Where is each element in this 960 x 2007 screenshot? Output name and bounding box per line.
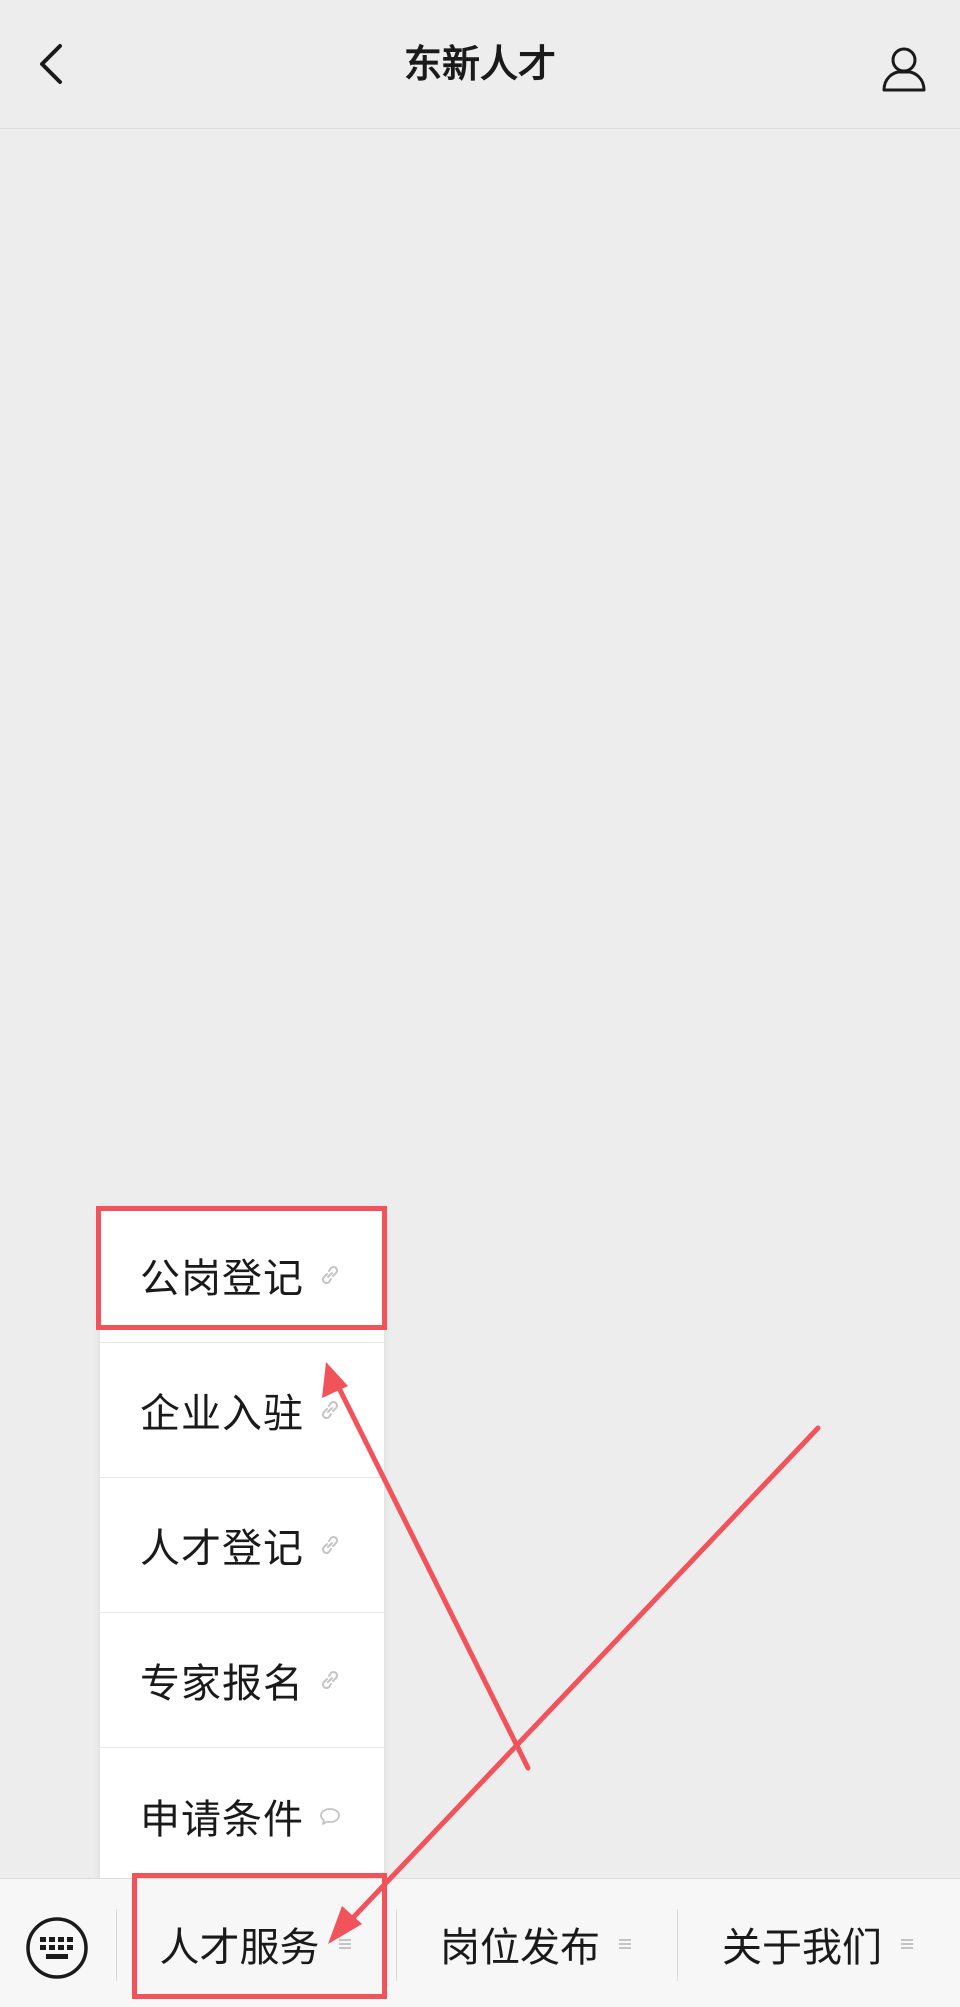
menu-button-job-posting[interactable]: 岗位发布 bbox=[397, 1879, 677, 2007]
submenu-item-expert-signup[interactable]: 专家报名 bbox=[100, 1613, 384, 1748]
user-icon bbox=[882, 47, 926, 92]
submenu-item-application-conditions[interactable]: 申请条件 bbox=[100, 1748, 384, 1883]
menu-lines-icon bbox=[338, 1938, 351, 1949]
arrow-to-menu-button bbox=[328, 1425, 821, 1944]
submenu-popup: 公岗登记 企业入驻 人才登记 专家报名 申请条件 bbox=[100, 1208, 384, 1883]
page: 东新人才 公岗登记 企业入驻 人才登记 专家报名 申请条件 人才服务 岗位发布 … bbox=[0, 0, 960, 2007]
menu-button-label: 人才服务 bbox=[159, 1924, 320, 1971]
submenu-item-label: 专家报名 bbox=[140, 1661, 304, 1707]
bottom-menu-bar: 人才服务 岗位发布 关于我们 bbox=[0, 1878, 960, 2007]
submenu-item-public-post-registration[interactable]: 公岗登记 bbox=[100, 1208, 384, 1343]
menu-lines-icon bbox=[619, 1938, 631, 1949]
top-nav-bar: 东新人才 bbox=[0, 0, 960, 129]
submenu-item-label: 公岗登记 bbox=[140, 1256, 304, 1302]
link-icon bbox=[321, 1535, 339, 1555]
menu-button-about-us[interactable]: 关于我们 bbox=[678, 1879, 960, 2007]
submenu-item-label: 企业入驻 bbox=[140, 1391, 304, 1437]
keyboard-icon bbox=[26, 1917, 88, 1979]
menu-button-label: 岗位发布 bbox=[440, 1924, 600, 1971]
submenu-item-label: 申请条件 bbox=[140, 1796, 304, 1843]
profile-button[interactable] bbox=[876, 40, 932, 96]
menu-button-talent-services[interactable]: 人才服务 bbox=[117, 1879, 396, 2007]
page-title: 东新人才 bbox=[403, 42, 556, 86]
link-icon bbox=[321, 1400, 339, 1420]
message-icon bbox=[320, 1807, 340, 1825]
menu-lines-icon bbox=[901, 1938, 913, 1949]
keyboard-toggle-button[interactable] bbox=[24, 1915, 90, 1981]
submenu-item-label: 人才登记 bbox=[140, 1526, 304, 1572]
submenu-item-enterprise-settle[interactable]: 企业入驻 bbox=[100, 1343, 384, 1478]
menu-button-label: 关于我们 bbox=[722, 1924, 882, 1971]
link-icon bbox=[321, 1265, 339, 1285]
link-icon bbox=[321, 1670, 339, 1690]
submenu-item-talent-registration[interactable]: 人才登记 bbox=[100, 1478, 384, 1613]
